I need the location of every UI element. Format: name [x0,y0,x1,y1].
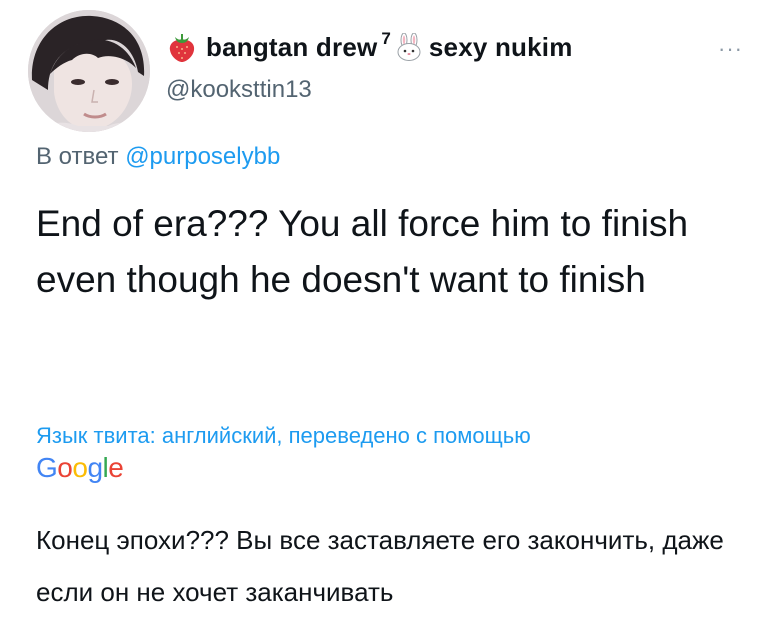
google-logo[interactable]: Google [36,452,124,484]
translated-tweet-text: Конец эпохи??? Вы все заставляете его за… [36,525,724,607]
display-name: bangtan drew [206,31,378,62]
reply-mention-link[interactable]: @purposelybb [125,143,280,170]
more-options-icon[interactable]: ··· [718,36,743,62]
author-handle[interactable]: @kooksttin13 [166,76,312,104]
google-letter: o [72,452,88,483]
google-letter: g [87,452,103,483]
tweet-text: End of era??? You all force him to finis… [36,203,689,300]
google-letter: o [57,452,73,483]
tweet: bangtan drew 7 sexy nukim @kooksttin13 ·… [0,0,780,628]
avatar[interactable] [28,10,150,132]
display-name-suffix: sexy nukim [428,31,573,62]
google-letter: G [36,452,58,483]
google-letter: e [108,452,124,483]
reply-context: В ответ @purposelybb [36,143,280,171]
reply-prefix: В ответ [36,143,119,170]
avatar-photo [28,10,150,132]
translation-info-link[interactable]: Язык твита: английский, переведено с пом… [36,423,531,449]
display-name-superscript: 7 [381,29,391,48]
author-name-row[interactable]: bangtan drew 7 sexy nukim [166,29,573,64]
strawberry-icon [166,31,198,63]
rabbit-icon [395,32,423,61]
